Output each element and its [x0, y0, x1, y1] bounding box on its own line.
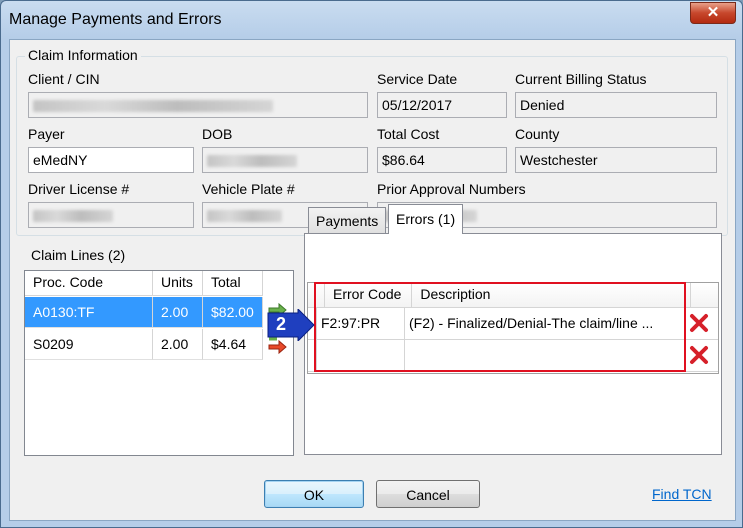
driver-license-label: Driver License # [28, 181, 130, 197]
delete-x-icon [690, 346, 708, 364]
county-field[interactable]: Westchester [515, 147, 717, 173]
redacted-dob [207, 155, 297, 167]
claim-information-title: Claim Information [25, 47, 141, 63]
payer-field[interactable]: eMedNY [28, 147, 194, 173]
service-date-field[interactable]: 05/12/2017 [377, 92, 507, 118]
claim-lines-list[interactable]: Proc. Code Units Total A0130:TF 2.00 $82… [24, 270, 294, 456]
cancel-button[interactable]: Cancel [376, 480, 480, 508]
proc-code-cell: S0209 [25, 329, 153, 360]
proc-code-cell: A0130:TF [25, 297, 153, 328]
payer-label: Payer [28, 126, 65, 142]
total-cost-label: Total Cost [377, 126, 440, 142]
claim-lines-title: Claim Lines (2) [28, 247, 129, 263]
claim-line-row[interactable]: A0130:TF 2.00 $82.00 [25, 297, 263, 328]
prior-approval-label: Prior Approval Numbers [377, 181, 526, 197]
delete-x-icon [690, 314, 708, 332]
billing-status-label: Current Billing Status [515, 71, 647, 87]
step-marker-number: 2 [276, 314, 287, 334]
redacted-client-cin [33, 100, 273, 112]
service-date-label: Service Date [377, 71, 458, 87]
delete-error-button[interactable] [686, 340, 713, 371]
client-cin-label: Client / CIN [28, 71, 100, 87]
ok-button[interactable]: OK [264, 480, 364, 508]
vehicle-plate-label: Vehicle Plate # [202, 181, 295, 197]
highlight-box [314, 282, 686, 372]
total-cell: $82.00 [203, 297, 263, 328]
step-marker: 2 [266, 307, 316, 344]
column-proc-code[interactable]: Proc. Code [25, 271, 153, 295]
tab-payments[interactable]: Payments [308, 207, 387, 233]
redacted-vehicle-plate [207, 210, 282, 222]
total-cost-field[interactable]: $86.64 [377, 147, 507, 173]
units-cell: 2.00 [153, 297, 203, 328]
driver-license-field[interactable] [28, 202, 194, 228]
county-label: County [515, 126, 560, 142]
redacted-driver-license [33, 210, 113, 222]
billing-status-field[interactable]: Denied [515, 92, 717, 118]
client-cin-field[interactable] [28, 92, 368, 118]
close-button[interactable]: ✕ [690, 2, 736, 24]
find-tcn-link[interactable]: Find TCN [652, 486, 712, 502]
dob-field[interactable] [202, 147, 368, 173]
total-cell: $4.64 [203, 329, 263, 360]
column-units[interactable]: Units [153, 271, 203, 295]
dob-label: DOB [202, 126, 233, 142]
column-action [691, 283, 718, 307]
claim-line-row[interactable]: S0209 2.00 $4.64 [25, 329, 263, 360]
column-total[interactable]: Total [203, 271, 263, 295]
window-title: Manage Payments and Errors [9, 11, 222, 28]
tab-errors[interactable]: Errors (1) [388, 204, 464, 234]
claim-lines-header: Proc. Code Units Total [25, 271, 263, 296]
units-cell: 2.00 [153, 329, 203, 360]
delete-error-button[interactable] [686, 308, 713, 339]
